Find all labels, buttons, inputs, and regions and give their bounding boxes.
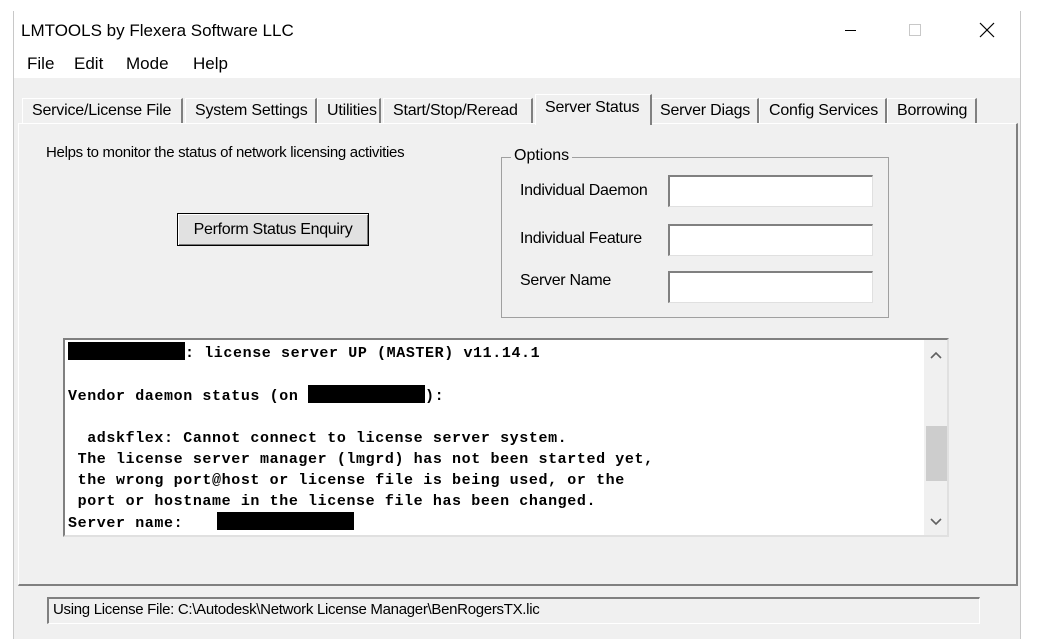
- menu-help[interactable]: Help: [191, 54, 230, 74]
- scroll-thumb[interactable]: [926, 426, 947, 481]
- menu-file[interactable]: File: [25, 54, 56, 74]
- options-legend: Options: [511, 147, 573, 165]
- lmtools-window: LMTOOLS by Flexera Software LLC File Edi…: [13, 11, 1021, 639]
- tab-utilities[interactable]: Utilities: [317, 98, 381, 123]
- tab-server-status[interactable]: Server Status: [535, 94, 652, 125]
- output-line-text: : license server UP (MASTER) v11.14.1: [185, 345, 541, 362]
- minimize-icon: [845, 30, 856, 31]
- license-file-status-bar: Using License File: C:\Autodesk\Network …: [47, 597, 980, 624]
- panel-description: Helps to monitor the status of network l…: [46, 144, 405, 161]
- individual-feature-label: Individual Feature: [520, 230, 642, 247]
- scroll-down-button[interactable]: [924, 511, 947, 533]
- status-output-textbox[interactable]: : license server UP (MASTER) v11.14.1 Ve…: [63, 338, 949, 537]
- output-line: Server name:: [68, 512, 918, 534]
- output-line-text: Server name:: [68, 515, 184, 532]
- vertical-scrollbar[interactable]: [924, 340, 947, 535]
- output-line: The license server manager (lmgrd) has n…: [68, 451, 654, 468]
- chevron-down-icon: [929, 518, 942, 526]
- perform-status-enquiry-button[interactable]: Perform Status Enquiry: [177, 213, 369, 246]
- tab-service-license-file[interactable]: Service/License File: [22, 98, 183, 123]
- individual-daemon-input[interactable]: [668, 175, 873, 207]
- individual-daemon-label: Individual Daemon: [520, 182, 648, 199]
- menu-bar: File Edit Mode Help: [14, 50, 1020, 78]
- menu-mode[interactable]: Mode: [124, 54, 171, 74]
- server-status-panel: Helps to monitor the status of network l…: [18, 123, 1018, 586]
- output-line: adskflex: Cannot connect to license serv…: [68, 430, 568, 447]
- options-group: Options Individual Daemon Individual Fea…: [501, 147, 889, 318]
- redacted-block: [308, 385, 426, 403]
- tab-start-stop-reread[interactable]: Start/Stop/Reread: [383, 98, 533, 123]
- window-title: LMTOOLS by Flexera Software LLC: [21, 21, 294, 40]
- minimize-button[interactable]: [828, 11, 874, 49]
- maximize-icon: [909, 24, 921, 36]
- output-line: : license server UP (MASTER) v11.14.1: [68, 342, 918, 364]
- title-bar[interactable]: LMTOOLS by Flexera Software LLC: [14, 11, 1020, 49]
- server-name-label: Server Name: [520, 272, 611, 289]
- client-area: Service/License File System Settings Uti…: [14, 78, 1020, 639]
- close-button[interactable]: [964, 11, 1010, 49]
- redacted-block: [68, 342, 185, 360]
- server-name-input[interactable]: [668, 271, 873, 303]
- tab-server-diags[interactable]: Server Diags: [650, 98, 759, 123]
- tab-borrowing[interactable]: Borrowing: [887, 98, 977, 123]
- redacted-block: [217, 512, 355, 530]
- output-line: the wrong port@host or license file is b…: [68, 472, 625, 489]
- tab-system-settings[interactable]: System Settings: [185, 98, 317, 123]
- maximize-button[interactable]: [892, 11, 938, 49]
- output-line: port or hostname in the license file has…: [68, 493, 597, 510]
- scroll-up-button[interactable]: [924, 344, 947, 366]
- individual-feature-input[interactable]: [668, 224, 873, 256]
- chevron-up-icon: [929, 351, 942, 359]
- close-icon: [979, 22, 995, 38]
- menu-edit[interactable]: Edit: [72, 54, 105, 74]
- status-output-text: : license server UP (MASTER) v11.14.1 Ve…: [68, 342, 918, 534]
- output-line-text: ):: [425, 388, 445, 405]
- tab-strip: Service/License File System Settings Uti…: [14, 78, 1020, 125]
- output-line: Vendor daemon status (on ):: [68, 385, 918, 407]
- tab-config-services[interactable]: Config Services: [759, 98, 887, 123]
- output-line-text: Vendor daemon status (on: [68, 388, 309, 405]
